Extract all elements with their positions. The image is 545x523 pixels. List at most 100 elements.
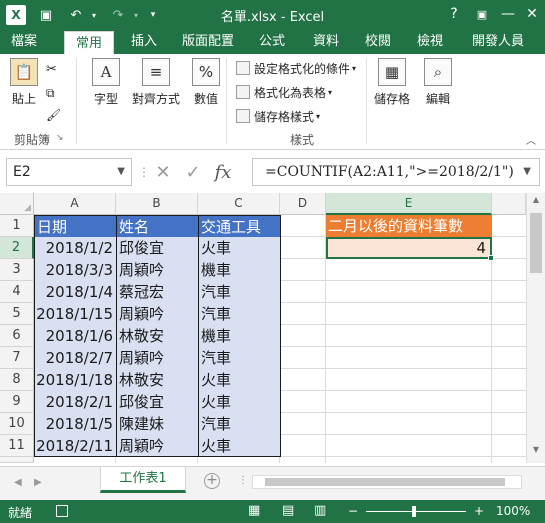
collapse-ribbon-icon[interactable]: ︿ bbox=[526, 132, 536, 147]
cell-name[interactable]: 陳建妹 bbox=[117, 413, 198, 435]
copy-icon[interactable]: ⧉ bbox=[46, 86, 55, 101]
header-date[interactable]: 日期 bbox=[35, 216, 117, 237]
row-header-12[interactable] bbox=[0, 457, 34, 463]
worksheet-grid[interactable]: ◢ A B C D E 1 2 3 4 5 6 7 8 9 10 11 日期 姓… bbox=[0, 193, 545, 463]
page-break-view-icon[interactable]: ▥ bbox=[314, 503, 326, 518]
column-header-d[interactable]: D bbox=[280, 193, 326, 215]
tab-review[interactable]: 校閱 bbox=[358, 30, 398, 54]
cell-name[interactable]: 邱俊宜 bbox=[117, 391, 198, 413]
tab-data[interactable]: 資料 bbox=[306, 30, 346, 54]
select-all-corner[interactable]: ◢ bbox=[0, 193, 34, 215]
zoom-slider-thumb[interactable] bbox=[412, 506, 416, 517]
cell-transport[interactable]: 火車 bbox=[199, 391, 280, 413]
formula-input[interactable]: =COUNTIF(A2:A11,">=2018/2/1") ▼ bbox=[252, 158, 540, 186]
row-header-3[interactable]: 3 bbox=[0, 259, 34, 281]
cell-name[interactable]: 林敬安 bbox=[117, 325, 198, 347]
column-header-f[interactable] bbox=[492, 193, 526, 215]
insert-function-icon[interactable]: fx bbox=[208, 162, 238, 183]
summary-label-cell[interactable]: 二月以後的資料筆數 bbox=[326, 215, 492, 237]
scroll-up-icon[interactable]: ▲ bbox=[527, 195, 545, 211]
cell-date[interactable]: 2018/2/11 bbox=[35, 435, 116, 457]
cell-transport[interactable]: 汽車 bbox=[199, 347, 280, 369]
number-button[interactable]: % 數值 bbox=[192, 58, 220, 107]
prev-sheet-icon[interactable]: ◀ bbox=[14, 477, 22, 488]
conditional-format-button[interactable]: 設定格式化的條件 ▾ bbox=[236, 58, 356, 78]
zoom-in-icon[interactable]: + bbox=[474, 504, 484, 518]
tab-insert[interactable]: 插入 bbox=[124, 30, 164, 54]
expand-formula-icon[interactable]: ▼ bbox=[523, 159, 531, 185]
alignment-button[interactable]: ≡ 對齊方式 bbox=[132, 58, 180, 107]
cell-date[interactable]: 2018/3/3 bbox=[35, 259, 116, 281]
tab-file[interactable]: 檔案 bbox=[0, 30, 48, 54]
cell-date[interactable]: 2018/2/7 bbox=[35, 347, 116, 369]
cell-name[interactable]: 邱俊宜 bbox=[117, 237, 198, 259]
header-transport[interactable]: 交通工具 bbox=[199, 216, 280, 237]
cell-date[interactable]: 2018/2/1 bbox=[35, 391, 116, 413]
add-sheet-icon[interactable]: + bbox=[204, 473, 220, 489]
cell-name[interactable]: 蔡冠宏 bbox=[117, 281, 198, 303]
format-as-table-button[interactable]: 格式化為表格 ▾ bbox=[236, 82, 332, 102]
column-header-a[interactable]: A bbox=[34, 193, 116, 215]
column-header-c[interactable]: C bbox=[198, 193, 280, 215]
row-header-4[interactable]: 4 bbox=[0, 281, 34, 303]
edit-button[interactable]: ⌕ 編輯 bbox=[424, 58, 452, 107]
cell-date[interactable]: 2018/1/4 bbox=[35, 281, 116, 303]
cell-transport[interactable]: 火車 bbox=[199, 237, 280, 259]
tab-page-layout[interactable]: 版面配置 bbox=[178, 30, 238, 54]
cell-date[interactable]: 2018/1/18 bbox=[35, 369, 116, 391]
drag-handle-icon[interactable]: ⋮ bbox=[238, 475, 248, 486]
row-header-6[interactable]: 6 bbox=[0, 325, 34, 347]
font-button[interactable]: A 字型 bbox=[92, 58, 120, 107]
scroll-down-icon[interactable]: ▼ bbox=[527, 445, 545, 461]
row-header-1[interactable]: 1 bbox=[0, 215, 34, 237]
paste-button[interactable]: 📋 貼上 bbox=[10, 58, 38, 107]
cancel-icon[interactable]: ✕ bbox=[148, 162, 178, 183]
cell-transport[interactable]: 汽車 bbox=[199, 413, 280, 435]
cell-name[interactable]: 周穎吟 bbox=[117, 303, 198, 325]
row-header-5[interactable]: 5 bbox=[0, 303, 34, 325]
tab-formulas[interactable]: 公式 bbox=[252, 30, 292, 54]
column-header-e[interactable]: E bbox=[326, 193, 492, 215]
tab-view[interactable]: 檢視 bbox=[410, 30, 450, 54]
tab-home[interactable]: 常用 bbox=[64, 31, 114, 55]
cell-name[interactable]: 林敬安 bbox=[117, 369, 198, 391]
cell-transport[interactable]: 機車 bbox=[199, 259, 280, 281]
normal-view-icon[interactable]: ▦ bbox=[248, 503, 260, 518]
format-painter-icon[interactable]: 🖌 bbox=[46, 108, 61, 122]
name-box[interactable]: E2 ▼ bbox=[6, 158, 132, 186]
cell-date[interactable]: 2018/1/2 bbox=[35, 237, 116, 259]
macro-record-icon[interactable] bbox=[56, 505, 68, 517]
clipboard-launcher-icon[interactable]: ↘ bbox=[56, 133, 64, 143]
horizontal-scrollbar[interactable] bbox=[252, 475, 522, 489]
cell-transport[interactable]: 火車 bbox=[199, 369, 280, 391]
chevron-down-icon[interactable]: ▼ bbox=[117, 159, 125, 185]
cell-transport[interactable]: 機車 bbox=[199, 325, 280, 347]
minimize-button[interactable]: — bbox=[496, 3, 520, 25]
cell-name[interactable]: 周穎吟 bbox=[117, 347, 198, 369]
page-layout-view-icon[interactable]: ▤ bbox=[282, 503, 294, 518]
zoom-out-icon[interactable]: − bbox=[348, 504, 358, 518]
row-header-7[interactable]: 7 bbox=[0, 347, 34, 369]
cell-name[interactable]: 周穎吟 bbox=[117, 259, 198, 281]
scroll-thumb[interactable] bbox=[530, 213, 542, 273]
row-header-8[interactable]: 8 bbox=[0, 369, 34, 391]
cell-name[interactable]: 周穎吟 bbox=[117, 435, 198, 457]
row-header-11[interactable]: 11 bbox=[0, 435, 34, 457]
row-header-2[interactable]: 2 bbox=[0, 237, 34, 259]
row-header-9[interactable]: 9 bbox=[0, 391, 34, 413]
enter-icon[interactable]: ✓ bbox=[178, 162, 208, 183]
zoom-slider[interactable] bbox=[366, 511, 466, 512]
column-header-b[interactable]: B bbox=[116, 193, 198, 215]
cell-transport[interactable]: 火車 bbox=[199, 435, 280, 457]
cell-styles-button[interactable]: 儲存格樣式 ▾ bbox=[236, 106, 320, 126]
cell-date[interactable]: 2018/1/15 bbox=[35, 303, 116, 325]
ribbon-display-icon[interactable]: ▣ bbox=[470, 3, 494, 25]
drag-handle-icon[interactable]: ⋮ bbox=[138, 165, 150, 179]
zoom-level[interactable]: 100% bbox=[496, 504, 530, 518]
next-sheet-icon[interactable]: ▶ bbox=[34, 477, 42, 488]
vertical-scrollbar[interactable]: ▲ ▼ bbox=[526, 193, 545, 463]
summary-value-cell[interactable]: 4 bbox=[326, 237, 492, 259]
row-header-10[interactable]: 10 bbox=[0, 413, 34, 435]
tab-developer[interactable]: 開發人員 bbox=[466, 30, 530, 54]
cell-date[interactable]: 2018/1/5 bbox=[35, 413, 116, 435]
